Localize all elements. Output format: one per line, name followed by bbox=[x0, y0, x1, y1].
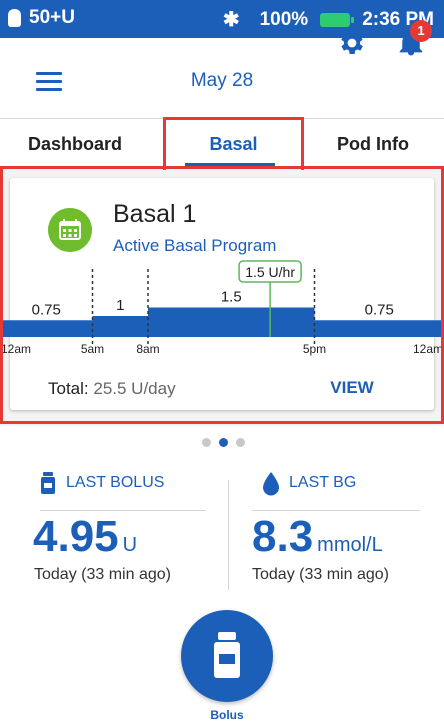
pod-status-text: 50+U bbox=[29, 7, 75, 28]
bolus-button-label[interactable]: Bolus bbox=[181, 708, 273, 722]
tab-dashboard[interactable]: Dashboard bbox=[0, 119, 150, 169]
battery-icon bbox=[320, 12, 355, 27]
app-header: May 28 bbox=[0, 38, 444, 118]
header-date: May 28 bbox=[190, 70, 254, 91]
blood-drop-icon bbox=[263, 472, 279, 496]
last-bolus-unit: U bbox=[122, 534, 138, 556]
tab-highlight-frame bbox=[163, 117, 304, 170]
last-bolus-rule bbox=[40, 510, 206, 511]
pager-dots bbox=[0, 433, 444, 451]
last-bolus-time: Today (33 min ago) bbox=[34, 566, 171, 583]
notification-badge: 1 bbox=[410, 20, 432, 42]
last-bolus-value: 4.95 U bbox=[33, 512, 137, 562]
last-bg-unit: mmol/L bbox=[317, 534, 383, 556]
bolus-vial-icon bbox=[214, 632, 240, 678]
pager-dot[interactable] bbox=[202, 438, 211, 447]
pager-dot[interactable] bbox=[236, 438, 245, 447]
last-bg-amount: 8.3 bbox=[252, 512, 314, 561]
stats-divider bbox=[228, 480, 229, 590]
last-bg-label: LAST BG bbox=[289, 474, 357, 491]
last-bolus-label: LAST BOLUS bbox=[66, 474, 165, 491]
bolus-button[interactable] bbox=[181, 610, 273, 702]
status-left: 50+U bbox=[8, 7, 75, 29]
last-bg-time: Today (33 min ago) bbox=[252, 566, 389, 583]
last-bg-value: 8.3 mmol/L bbox=[252, 512, 383, 562]
pager-dot-active[interactable] bbox=[219, 438, 228, 447]
lock-icon bbox=[8, 9, 21, 27]
gear-icon[interactable] bbox=[337, 28, 367, 58]
bluetooth-icon: ✱ bbox=[222, 9, 240, 31]
status-bar: 50+U ✱ 100% 2:36 PM bbox=[0, 0, 444, 38]
tab-pod-info[interactable]: Pod Info bbox=[302, 119, 444, 169]
card-highlight-frame bbox=[0, 166, 444, 424]
battery-percent: 100% bbox=[259, 8, 309, 30]
last-bg-rule bbox=[252, 510, 420, 511]
insulin-vial-icon bbox=[41, 472, 55, 494]
last-bolus-amount: 4.95 bbox=[33, 512, 119, 561]
